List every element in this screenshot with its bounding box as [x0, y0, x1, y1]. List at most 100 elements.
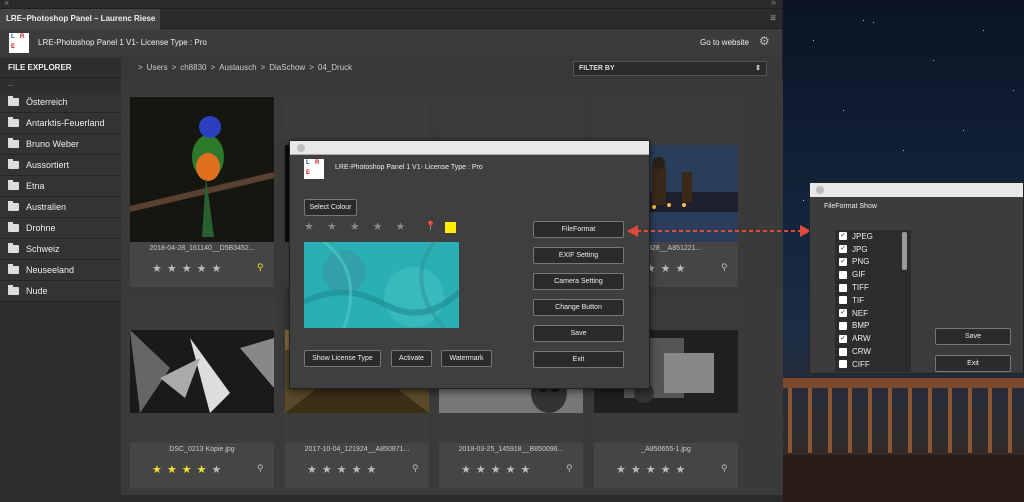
format-checkbox[interactable] [839, 270, 847, 279]
star-icon[interactable]: ★ [212, 463, 222, 476]
star-icon[interactable]: ★ [337, 463, 347, 476]
format-item[interactable]: ✓ JPEG [835, 230, 911, 243]
star-icon[interactable]: ★ [167, 463, 177, 476]
format-list-scrollbar[interactable] [902, 232, 907, 270]
star-icon[interactable]: ★ [396, 220, 406, 233]
dialog-close-icon[interactable] [297, 144, 305, 152]
location-pin-icon[interactable]: ⚲ [721, 262, 728, 273]
location-pin-icon[interactable]: ⚲ [257, 262, 264, 273]
star-icon[interactable]: ★ [616, 463, 626, 476]
format-item[interactable]: TIFF [835, 281, 911, 294]
format-item[interactable]: ✓ JPG [835, 243, 911, 256]
format-item[interactable]: CIFF [835, 358, 911, 371]
location-pin-icon[interactable]: 📍 [425, 221, 436, 232]
star-icon[interactable]: ★ [182, 262, 192, 275]
activate-button[interactable]: Activate [391, 350, 432, 367]
rating-stars[interactable]: ★ ★ ★ ★ ★ [307, 463, 376, 476]
breadcrumb-item[interactable]: 04_Druck [318, 63, 352, 72]
star-icon[interactable]: ★ [352, 463, 362, 476]
show-license-type-button[interactable]: Show License Type [304, 350, 381, 367]
format-item[interactable]: TIF [835, 294, 911, 307]
watermark-button[interactable]: Watermark [441, 350, 492, 367]
folder-item[interactable]: Aussortiert [0, 155, 121, 176]
parent-folder-link[interactable]: .. [0, 78, 121, 92]
star-icon[interactable]: ★ [327, 220, 337, 233]
camera-setting-button[interactable]: Camera Setting [533, 273, 624, 290]
format-checkbox[interactable]: ✓ [839, 232, 847, 241]
star-icon[interactable]: ★ [676, 262, 686, 275]
star-icon[interactable]: ★ [461, 463, 471, 476]
star-icon[interactable]: ★ [521, 463, 531, 476]
panel-menu-icon[interactable]: ≡ [770, 13, 776, 24]
exit-button[interactable]: Exit [533, 351, 624, 368]
star-icon[interactable]: ★ [661, 262, 671, 275]
breadcrumb-item[interactable]: Users [147, 63, 168, 72]
filter-dropdown[interactable]: FILTER BY ⇕ [573, 61, 767, 76]
star-icon[interactable]: ★ [373, 220, 383, 233]
location-pin-icon[interactable]: ⚲ [412, 463, 419, 474]
breadcrumb-item[interactable]: Austausch [219, 63, 256, 72]
folder-item[interactable]: Bruno Weber [0, 134, 121, 155]
collapse-icon[interactable]: » [771, 0, 776, 7]
format-checkbox[interactable]: ✓ [839, 309, 847, 318]
format-checkbox[interactable]: ✓ [839, 257, 847, 266]
star-icon[interactable]: ★ [152, 463, 162, 476]
thumbnail-image[interactable] [130, 97, 274, 242]
star-icon[interactable]: ★ [631, 463, 641, 476]
format-checkbox[interactable] [839, 296, 847, 305]
star-icon[interactable]: ★ [304, 220, 314, 233]
star-icon[interactable]: ★ [646, 463, 656, 476]
rating-stars[interactable]: ★ ★ ★ ★ ★ [152, 262, 221, 275]
folder-item[interactable]: Nude [0, 281, 121, 302]
star-icon[interactable]: ★ [661, 463, 671, 476]
fileformat-save-button[interactable]: Save [935, 328, 1011, 345]
folder-item[interactable]: Schweiz [0, 239, 121, 260]
star-icon[interactable]: ★ [197, 463, 207, 476]
fileformat-button[interactable]: FileFormat [533, 221, 624, 238]
close-icon[interactable]: × [4, 0, 9, 8]
format-checkbox[interactable] [839, 321, 847, 330]
location-pin-icon[interactable]: ⚲ [566, 463, 573, 474]
star-icon[interactable]: ★ [212, 262, 222, 275]
folder-item[interactable]: Neuseeland [0, 260, 121, 281]
star-icon[interactable]: ★ [152, 262, 162, 275]
star-icon[interactable]: ★ [367, 463, 377, 476]
format-checkbox[interactable] [839, 283, 847, 292]
rating-stars[interactable]: ★ ★ ★ ★ ★ [152, 463, 221, 476]
format-item[interactable]: GIF [835, 268, 911, 281]
gear-icon[interactable]: ⚙ [759, 34, 770, 48]
format-list[interactable]: ✓ JPEG ✓ JPG ✓ PNG GIF TIFF TIF ✓ NEF BMP ✓ ARW CRW CIF… [835, 230, 911, 372]
save-button[interactable]: Save [533, 325, 624, 342]
folder-item[interactable]: Australien [0, 197, 121, 218]
thumbnail-card[interactable]: 2018-04-28_161140__D5B3452... ★ ★ ★ ★ ★ ⚲ [130, 97, 274, 287]
folder-item[interactable]: Drohne [0, 218, 121, 239]
thumbnail-image[interactable] [130, 298, 274, 443]
rating-stars[interactable]: ★ ★ ★ ★ ★ [616, 463, 685, 476]
panel-tab[interactable]: LRE–Photoshop Panel – Laurenc Riese [0, 9, 160, 29]
format-item[interactable]: CRW [835, 345, 911, 358]
star-icon[interactable]: ★ [307, 463, 317, 476]
go-to-website-link[interactable]: Go to website [700, 38, 749, 47]
format-item[interactable]: ✓ ARW [835, 332, 911, 345]
star-icon[interactable]: ★ [322, 463, 332, 476]
star-icon[interactable]: ★ [506, 463, 516, 476]
location-pin-icon[interactable]: ⚲ [721, 463, 728, 474]
location-pin-icon[interactable]: ⚲ [257, 463, 264, 474]
star-icon[interactable]: ★ [491, 463, 501, 476]
format-item[interactable]: ✓ PNG [835, 256, 911, 269]
format-item[interactable]: BMP [835, 320, 911, 333]
format-checkbox[interactable] [839, 347, 847, 356]
format-checkbox[interactable]: ✓ [839, 245, 847, 254]
fileformat-exit-button[interactable]: Exit [935, 355, 1011, 372]
breadcrumb-item[interactable]: DiaSchow [269, 63, 305, 72]
star-icon[interactable]: ★ [676, 463, 686, 476]
colour-swatch[interactable] [445, 222, 456, 233]
star-icon[interactable]: ★ [167, 262, 177, 275]
format-checkbox[interactable]: ✓ [839, 334, 847, 343]
format-item[interactable]: ✓ NEF [835, 307, 911, 320]
change-button-button[interactable]: Change Button [533, 299, 624, 316]
folder-item[interactable]: Antarktis-Feuerland [0, 113, 121, 134]
rating-stars[interactable]: ★ ★ ★ ★ ★ [461, 463, 530, 476]
star-icon[interactable]: ★ [182, 463, 192, 476]
star-icon[interactable]: ★ [197, 262, 207, 275]
